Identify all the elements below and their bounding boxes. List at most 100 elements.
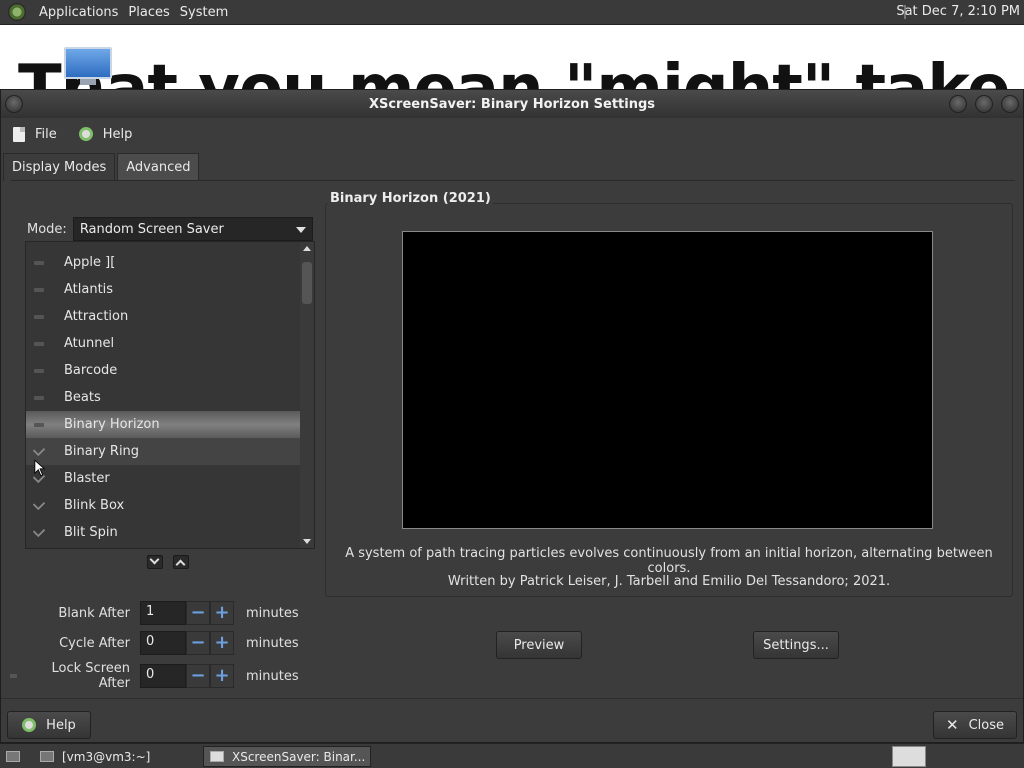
window-title: XScreenSaver: Binary Horizon Settings: [368, 96, 656, 112]
minimize-icon[interactable]: [949, 95, 967, 113]
preview-button[interactable]: Preview: [496, 631, 582, 659]
menubar: File Help: [1, 120, 1023, 148]
arrow-up-icon: [175, 559, 186, 570]
show-desktop-button[interactable]: [0, 746, 30, 767]
help-button[interactable]: Help: [7, 711, 91, 739]
mode-label: Mode:: [27, 221, 67, 237]
chevron-down-icon: [295, 227, 306, 233]
list-item-checkbox[interactable]: [34, 260, 44, 265]
list-item[interactable]: Blit Spin: [26, 519, 300, 546]
scroll-up-icon[interactable]: [303, 246, 311, 251]
tab-display-modes[interactable]: Display Modes: [3, 153, 116, 181]
lock-after-plus-icon[interactable]: +: [210, 664, 234, 688]
list-nav-buttons: [147, 554, 199, 570]
maximize-icon[interactable]: [975, 95, 993, 113]
gnome-foot-icon[interactable]: [8, 3, 26, 21]
cycle-after-minus-icon[interactable]: −: [186, 631, 210, 655]
lock-after-label-wrap[interactable]: Lock Screen After: [10, 661, 140, 691]
close-window-icon[interactable]: [1001, 95, 1019, 113]
close-button[interactable]: ✕ Close: [933, 711, 1017, 739]
list-item[interactable]: Beats: [26, 384, 300, 411]
list-item-checkbox[interactable]: [34, 422, 44, 427]
lock-after-label: Lock Screen After: [51, 661, 130, 691]
window-menu-icon[interactable]: [5, 95, 23, 113]
list-scrollbar[interactable]: [300, 242, 314, 548]
preview-frame: Binary Horizon (2021) A system of path t…: [325, 191, 1013, 597]
blank-after-input-abs[interactable]: 1: [140, 601, 186, 625]
list-item-checkbox[interactable]: [34, 314, 44, 319]
saver-description: A system of path tracing particles evolv…: [345, 546, 993, 576]
scroll-down-icon[interactable]: [303, 539, 311, 544]
cycle-after-unit: minutes: [246, 635, 299, 651]
cycle-after-plus-icon[interactable]: +: [210, 631, 234, 655]
clock[interactable]: Sat Dec 7, 2:10 PM: [896, 4, 1020, 19]
scroll-thumb[interactable]: [302, 262, 312, 304]
list-item-label: Barcode: [64, 363, 118, 378]
close-icon: ✕: [946, 716, 959, 734]
list-item-label: Blit Spin: [64, 525, 118, 540]
list-item-label: Beats: [64, 390, 101, 405]
screensaver-list[interactable]: Apple ][ Atlantis Attraction Atunnel Barcode…: [25, 241, 315, 549]
list-item-label: Blink Box: [64, 498, 125, 513]
list-item[interactable]: Binary Horizon: [26, 411, 300, 438]
list-item-checkbox[interactable]: [34, 368, 44, 373]
tab-advanced[interactable]: Advanced: [117, 153, 200, 181]
mode-select[interactable]: Random Screen Saver: [72, 217, 313, 241]
list-item[interactable]: Blaster: [26, 465, 300, 492]
list-item[interactable]: Blink Box: [26, 492, 300, 519]
places-menu[interactable]: Places: [123, 5, 174, 20]
list-item-label: Atlantis: [64, 282, 114, 297]
lock-after-row: Lock Screen After 0 − + minutes: [10, 661, 299, 691]
list-item[interactable]: Binary Ring: [26, 438, 300, 465]
list-item-label: Binary Ring: [64, 444, 140, 459]
list-item[interactable]: Atunnel: [26, 330, 300, 357]
computer-icon[interactable]: [64, 47, 112, 87]
tabs: Display Modes Advanced: [3, 153, 200, 181]
workspace-switcher[interactable]: [892, 746, 926, 767]
taskbar: [vm3@vm3:~] XScreenSaver: Binar...: [0, 743, 1024, 768]
list-item-label: Apple ][: [64, 255, 116, 270]
help-button-icon: [22, 718, 37, 732]
file-icon: [13, 126, 25, 142]
help-menu[interactable]: Help: [78, 126, 133, 142]
list-item[interactable]: Barcode: [26, 357, 300, 384]
applications-menu[interactable]: Applications: [34, 5, 123, 20]
list-item[interactable]: Attraction: [26, 303, 300, 330]
list-item-checkbox[interactable]: [34, 287, 44, 292]
lock-screen-checkbox[interactable]: [10, 674, 18, 678]
task-terminal[interactable]: [vm3@vm3:~]: [34, 746, 194, 767]
list-item-checkbox[interactable]: [32, 524, 46, 537]
preview-canvas: [402, 231, 933, 529]
blank-after-minus-icon[interactable]: −: [186, 601, 210, 625]
prev-saver-button[interactable]: [173, 555, 189, 570]
show-desktop-icon: [6, 751, 20, 762]
blank-after-plus-icon[interactable]: +: [210, 601, 234, 625]
list-item-checkbox[interactable]: [32, 497, 46, 510]
lock-after-unit: minutes: [246, 668, 299, 684]
list-item-label: Binary Horizon: [64, 417, 160, 432]
file-menu[interactable]: File: [13, 126, 57, 142]
help-menu-label: Help: [102, 126, 133, 142]
list-item-label: Blaster: [64, 471, 110, 486]
lock-after-minus-icon[interactable]: −: [186, 664, 210, 688]
list-item-checkbox[interactable]: [34, 341, 44, 346]
preview-frame-title: Binary Horizon (2021): [328, 191, 493, 206]
list-item-checkbox[interactable]: [34, 395, 44, 400]
list-item-checkbox[interactable]: [32, 443, 46, 456]
settings-button[interactable]: Settings...: [753, 631, 839, 659]
cycle-after-input[interactable]: 0: [140, 631, 186, 655]
cycle-after-label: Cycle After: [59, 635, 130, 651]
system-menu[interactable]: System: [175, 5, 233, 20]
blank-after-unit-abs: minutes: [246, 605, 299, 621]
next-saver-button[interactable]: [147, 554, 163, 569]
titlebar[interactable]: XScreenSaver: Binary Horizon Settings: [1, 90, 1023, 118]
close-button-label: Close: [968, 717, 1004, 733]
list-item[interactable]: Atlantis: [26, 276, 300, 303]
lock-after-input[interactable]: 0: [140, 664, 186, 688]
task-xscreensaver[interactable]: XScreenSaver: Binar...: [203, 746, 371, 767]
cycle-after-row: Cycle After 0 − + minutes: [10, 631, 299, 655]
file-menu-label: File: [35, 126, 57, 142]
terminal-icon: [40, 751, 54, 762]
dialog-button-bar: Help ✕ Close: [1, 698, 1023, 742]
list-item[interactable]: Apple ][: [26, 249, 300, 276]
